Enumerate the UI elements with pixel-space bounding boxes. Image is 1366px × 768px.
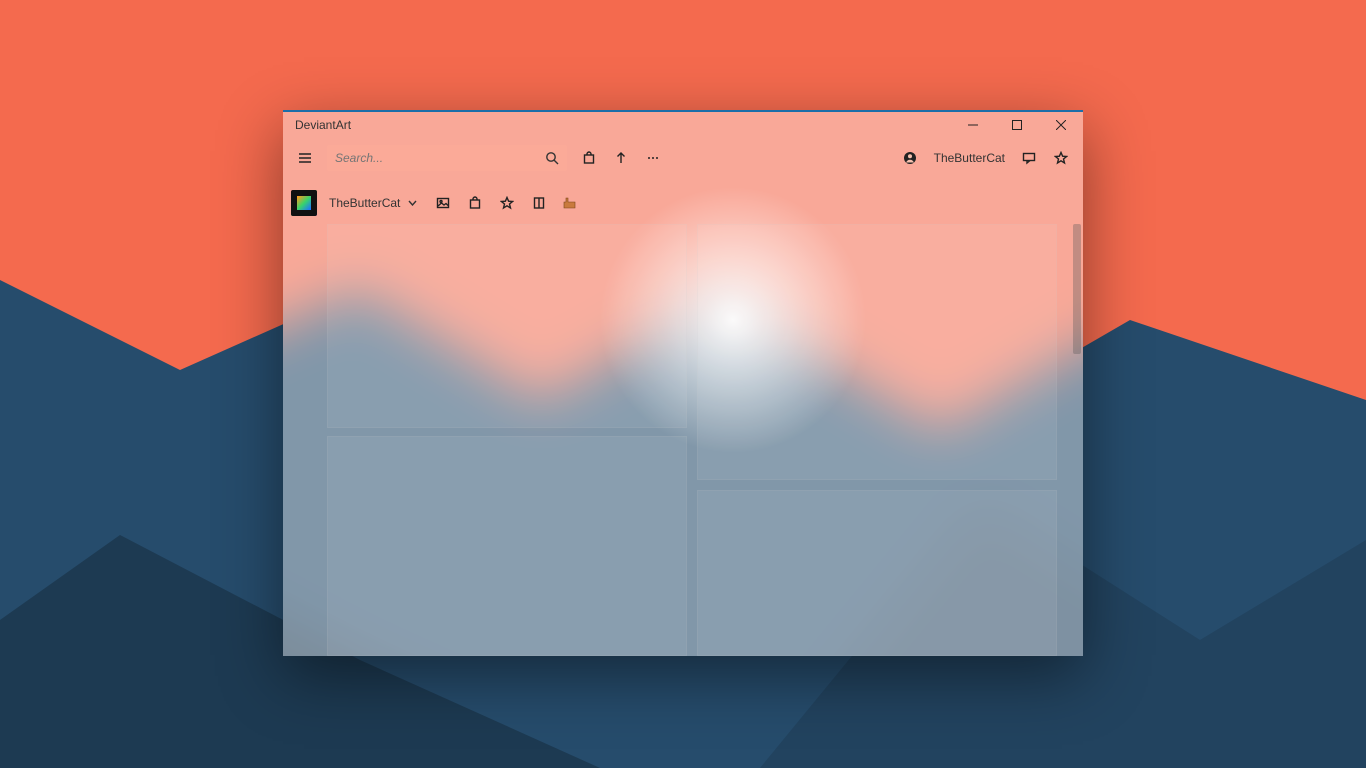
- profile-tab-row: TheButterCat: [283, 182, 1083, 224]
- gallery-tile[interactable]: [697, 490, 1057, 656]
- hamburger-icon: [298, 151, 312, 165]
- more-button[interactable]: [639, 144, 667, 172]
- close-icon: [1056, 120, 1066, 130]
- book-icon: [532, 196, 546, 210]
- chat-icon: [1022, 151, 1036, 165]
- shop-button[interactable]: [575, 144, 603, 172]
- search-box[interactable]: [327, 145, 567, 171]
- window-controls: [951, 110, 1083, 140]
- desktop-wallpaper: DeviantArt: [0, 0, 1366, 768]
- shop-icon: [582, 151, 596, 165]
- favorites-tab[interactable]: [493, 189, 521, 217]
- main-toolbar: TheButterCat: [283, 140, 1083, 176]
- image-icon: [436, 196, 450, 210]
- gallery-tile[interactable]: [697, 224, 1057, 480]
- profile-dropdown[interactable]: [408, 198, 425, 208]
- star-icon: [1054, 151, 1068, 165]
- maximize-button[interactable]: [995, 110, 1039, 140]
- window-title: DeviantArt: [295, 118, 351, 132]
- search-input[interactable]: [335, 151, 545, 165]
- chevron-down-icon: [408, 200, 417, 206]
- scrollbar[interactable]: [1071, 224, 1083, 656]
- minimize-icon: [968, 120, 978, 130]
- chat-button[interactable]: [1015, 144, 1043, 172]
- scrollbar-thumb[interactable]: [1073, 224, 1081, 354]
- journals-tab[interactable]: [525, 189, 553, 217]
- star-icon: [500, 196, 514, 210]
- user-icon-button[interactable]: [896, 144, 924, 172]
- more-icon: [646, 151, 660, 165]
- toolbar-username[interactable]: TheButterCat: [928, 151, 1011, 165]
- upload-icon: [614, 151, 628, 165]
- upload-button[interactable]: [607, 144, 635, 172]
- llama-icon: [561, 196, 579, 210]
- favorite-button[interactable]: [1047, 144, 1075, 172]
- gallery-tab[interactable]: [429, 189, 457, 217]
- gallery-tile[interactable]: [327, 436, 687, 656]
- user-icon: [903, 151, 917, 165]
- llama-badge[interactable]: [561, 196, 579, 210]
- close-button[interactable]: [1039, 110, 1083, 140]
- gallery-tile[interactable]: [327, 224, 687, 428]
- gallery-grid: [295, 224, 1071, 656]
- window-accent-bar: [283, 110, 1083, 112]
- prints-tab[interactable]: [461, 189, 489, 217]
- titlebar[interactable]: DeviantArt: [283, 110, 1083, 140]
- app-window: DeviantArt: [283, 110, 1083, 656]
- search-icon: [545, 151, 559, 165]
- shop-icon: [468, 196, 482, 210]
- profile-name[interactable]: TheButterCat: [321, 196, 404, 210]
- maximize-icon: [1012, 120, 1022, 130]
- hamburger-button[interactable]: [291, 144, 319, 172]
- minimize-button[interactable]: [951, 110, 995, 140]
- profile-avatar[interactable]: [291, 190, 317, 216]
